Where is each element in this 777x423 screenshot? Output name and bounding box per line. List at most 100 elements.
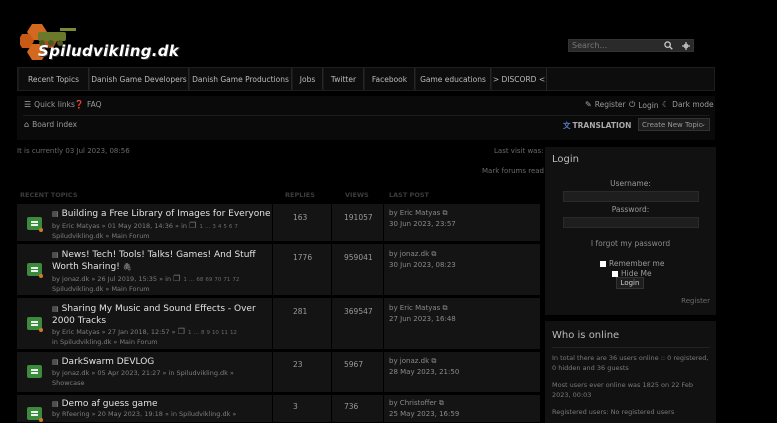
view-post-icon[interactable]: ⧉ — [439, 399, 444, 407]
topic-forum-path[interactable]: Spiludvikling.dk » Main Forum — [52, 284, 150, 294]
view-post-icon[interactable]: ⧉ — [443, 304, 448, 312]
page-link[interactable]: 71 — [222, 275, 231, 285]
faq-link[interactable]: ❓ FAQ — [74, 100, 102, 109]
topic-title-link[interactable]: ▤ News! Tech! Tools! Talks! Games! And St… — [52, 249, 257, 273]
page-link[interactable]: 7 — [233, 222, 239, 232]
page-link[interactable]: 11 — [220, 328, 229, 338]
page-link[interactable]: 72 — [231, 275, 240, 285]
menu-icon: ☰ — [24, 100, 32, 109]
topic-views: 369547 — [344, 307, 373, 316]
last-post-author[interactable]: by Eric Matyas — [389, 209, 440, 217]
topic-row[interactable]: ▤ Demo af guess game by Rfeering » 20 May… — [17, 395, 540, 423]
nav-twitter[interactable]: Twitter — [323, 68, 364, 90]
search-icon[interactable] — [661, 40, 676, 51]
register-link[interactable]: Register — [681, 297, 710, 305]
password-field[interactable] — [563, 217, 699, 228]
gear-icon[interactable] — [678, 40, 693, 51]
dark-mode-toggle[interactable]: ☾ Dark mode — [662, 100, 714, 109]
topic-views: 959041 — [344, 253, 373, 262]
divider — [383, 204, 384, 241]
view-post-icon[interactable]: ⧉ — [431, 357, 436, 365]
last-post-author[interactable]: by Christoffer — [389, 399, 437, 407]
login-label: Login — [638, 100, 659, 110]
breadcrumb[interactable]: ⌂ Board index — [24, 120, 77, 129]
page-link[interactable]: 69 — [204, 275, 213, 285]
nav-danish-game-productions[interactable]: Danish Game Productions — [189, 68, 292, 90]
remember-me-checkbox[interactable]: Remember me — [600, 259, 664, 268]
create-topic-select[interactable]: Create New Topic ⌄ — [638, 118, 710, 131]
last-post-date: 28 May 2023, 21:50 — [389, 368, 460, 376]
checkbox[interactable] — [600, 260, 606, 267]
last-post-author[interactable]: by jonaz.dk — [389, 357, 429, 365]
topic-views: 191057 — [344, 213, 373, 222]
online-users-summary: In total there are 36 users online :: 0 … — [552, 354, 709, 372]
last-post-author[interactable]: by Eric Matyas — [389, 304, 440, 312]
username-label: Username: — [610, 179, 651, 188]
topic-title: News! Tech! Tools! Talks! Games! And Stu… — [52, 250, 256, 272]
site-logo[interactable]: Spiludvikling.dk — [20, 22, 190, 64]
nav-facebook[interactable]: Facebook — [364, 68, 415, 90]
translation-button[interactable]: 文 TRANSLATION — [563, 120, 631, 131]
page-link[interactable]: 68 — [195, 275, 204, 285]
register-link[interactable]: ✎ Register — [585, 100, 626, 109]
topic-replies: 1776 — [293, 253, 313, 262]
page-link[interactable]: 70 — [213, 275, 222, 285]
topic-row[interactable]: ▤ Building a Free Library of Images for E… — [17, 204, 540, 242]
mark-forums-read-link[interactable]: Mark forums read — [482, 167, 544, 175]
current-time: It is currently 03 Jul 2023, 08:56 — [17, 147, 130, 155]
username-field[interactable] — [563, 191, 699, 202]
login-button[interactable]: Login — [616, 277, 644, 289]
topic-forum-path[interactable]: Spiludvikling.dk » Main Forum — [52, 231, 150, 241]
page-ellipsis: … — [193, 330, 199, 336]
header-topics: RECENT TOPICS — [20, 191, 78, 199]
topic-replies: 23 — [293, 360, 303, 369]
nav-discord[interactable]: > DISCORD < — [491, 68, 547, 90]
topic-title: Building a Free Library of Images for Ev… — [61, 209, 271, 219]
create-topic-label: Create New Topic — [642, 121, 703, 129]
topic-row[interactable]: ▤ Sharing My Music and Sound Effects - Ov… — [17, 298, 540, 350]
registered-users: Registered users: No registered users — [552, 408, 675, 416]
nav-danish-game-developers[interactable]: Danish Game Developers — [89, 68, 189, 90]
header-replies: REPLIES — [285, 191, 315, 199]
topic-title-link[interactable]: ▤ DarkSwarm DEVLOG — [52, 356, 154, 368]
last-post-author[interactable]: by jonaz.dk — [389, 250, 429, 258]
most-users-online: Most users ever online was 1825 on 22 Fe… — [552, 381, 694, 399]
last-post: by Christoffer ⧉ 25 May 2023, 16:59 — [389, 398, 459, 420]
login-panel-title: Login — [552, 154, 579, 165]
page-link[interactable]: 12 — [229, 328, 238, 338]
topic-title-link[interactable]: ▤ Building a Free Library of Images for E… — [52, 208, 271, 220]
help-icon: ❓ — [74, 100, 84, 109]
nav-recent-topics[interactable]: Recent Topics — [18, 68, 89, 90]
topic-author-info: by jonaz.dk » 05 Apr 2023, 21:27 » in Sp… — [52, 369, 234, 377]
sub-navigation: ☰ Quick links ❓ FAQ ✎ Register ⏻ Login ☾… — [17, 96, 715, 140]
last-visit: Last visit was: — [494, 147, 544, 155]
divider — [383, 298, 384, 349]
forgot-password-link[interactable]: I forgot my password — [545, 239, 716, 248]
topic-title-link[interactable]: ▤ Sharing My Music and Sound Effects - Ov… — [52, 303, 257, 327]
nav-jobs[interactable]: Jobs — [292, 68, 323, 90]
nav-game-educations[interactable]: Game educations — [415, 68, 491, 90]
divider — [272, 352, 273, 392]
last-post: by Eric Matyas ⧉ 27 Jun 2023, 16:48 — [389, 303, 456, 325]
divider — [383, 352, 384, 392]
login-link[interactable]: ⏻ Login — [629, 100, 659, 110]
topic-forum-path[interactable]: in Spiludvikling.dk » Main Forum — [52, 337, 158, 347]
topic-forum-path[interactable]: Showcase — [52, 378, 84, 388]
page-ellipsis: … — [188, 277, 195, 283]
page-link[interactable]: 10 — [211, 328, 220, 338]
view-post-icon[interactable]: ⧉ — [443, 209, 448, 217]
topic-row[interactable]: ▤ News! Tech! Tools! Talks! Games! And St… — [17, 244, 540, 296]
faq-label: FAQ — [86, 100, 102, 109]
topic-row[interactable]: ▤ DarkSwarm DEVLOG by jonaz.dk » 05 Apr 2… — [17, 352, 540, 393]
divider — [272, 204, 273, 241]
who-is-online-panel: Who is online In total there are 36 user… — [545, 321, 716, 423]
topics-table-header: RECENT TOPICS REPLIES VIEWS LAST POST — [17, 189, 540, 201]
view-post-icon[interactable]: ⧉ — [431, 250, 436, 258]
last-post-date: 27 Jun 2023, 16:48 — [389, 315, 456, 323]
unread-dot-icon — [39, 418, 43, 422]
search-input[interactable] — [569, 40, 661, 51]
topic-replies: 3 — [293, 402, 298, 411]
pages-icon: ❐ — [173, 274, 181, 283]
checkbox[interactable] — [612, 270, 618, 277]
quick-links-menu[interactable]: ☰ Quick links — [24, 100, 75, 109]
